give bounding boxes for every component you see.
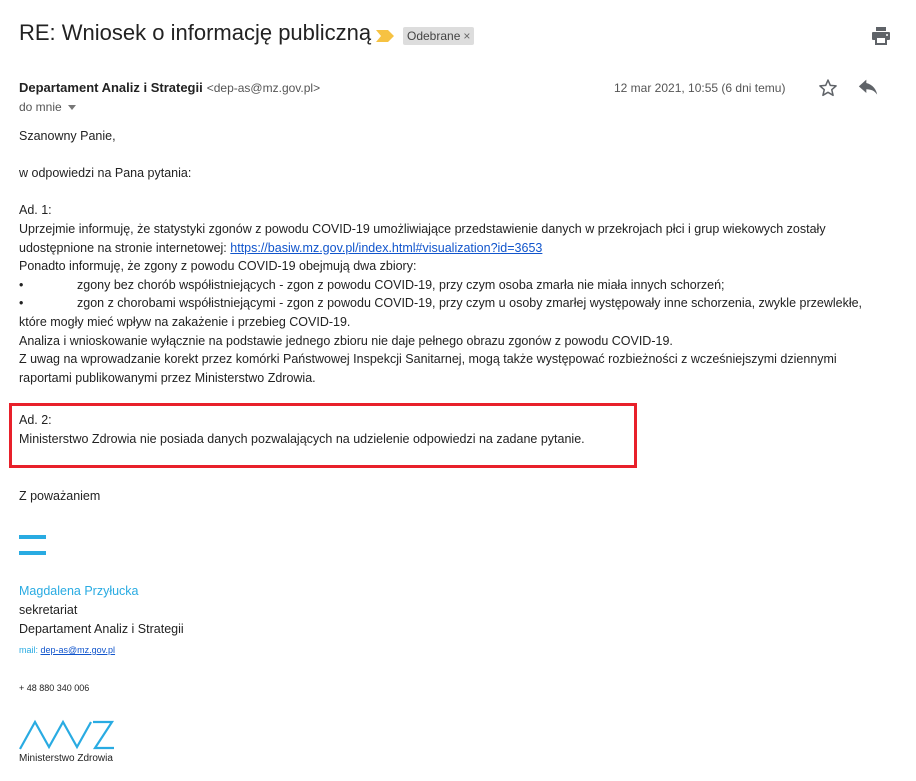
note-line: raportami publikowanymi przez Ministerst… bbox=[19, 370, 316, 385]
signature-email-link[interactable]: dep-as@mz.gov.pl bbox=[41, 645, 116, 655]
mz-logo-icon bbox=[19, 719, 115, 750]
signature-mail: mail: dep-as@mz.gov.pl bbox=[19, 645, 115, 655]
bullet-text: zgony bez chorób współistniejących - zgo… bbox=[77, 277, 725, 292]
closing-regards: Z poważaniem bbox=[19, 489, 101, 503]
visualization-link[interactable]: https://basiw.mz.gov.pl/index.html#visua… bbox=[230, 241, 542, 255]
bullet-item: • zgony bez chorób współistniejących - zg… bbox=[19, 276, 909, 295]
remove-label-button[interactable]: × bbox=[463, 29, 470, 43]
label-chip-text: Odebrane bbox=[407, 29, 461, 43]
mz-logo-text: Ministerstwo Zdrowia bbox=[19, 753, 113, 764]
recipient-label: do mnie bbox=[19, 100, 62, 114]
print-icon[interactable] bbox=[871, 27, 891, 45]
email-subject: RE: Wniosek o informację publiczną bbox=[19, 20, 372, 45]
ad2-text: Ministerstwo Zdrowia nie posiada danych … bbox=[19, 431, 585, 446]
label-chip-inbox[interactable]: Odebrane × bbox=[403, 27, 475, 45]
bullet-marker: • bbox=[19, 296, 24, 311]
intro-line: w odpowiedzi na Pana pytania: bbox=[19, 166, 192, 181]
sender-name[interactable]: Departament Analiz i Strategii bbox=[19, 80, 203, 95]
ad1-line-with-link: udostępnione na stronie internetowej: ht… bbox=[19, 239, 909, 258]
message-date: 12 mar 2021, 10:55 (6 dni temu) bbox=[614, 81, 786, 95]
signature-divider bbox=[19, 551, 46, 555]
importance-marker-icon[interactable] bbox=[376, 30, 394, 42]
signature-department: Departament Analiz i Strategii bbox=[19, 622, 184, 636]
ad1-line: Uprzejmie informuję, że statystyki zgonó… bbox=[19, 221, 826, 236]
sender-info: Departament Analiz i Strategii <dep-as@mz… bbox=[19, 80, 320, 95]
bullet-text: zgon z chorobami współistniejącymi - zgo… bbox=[77, 296, 863, 311]
signature-phone: + 48 880 340 006 bbox=[19, 683, 90, 693]
ad2-section: Ad. 2: Ministerstwo Zdrowia nie posiada … bbox=[19, 411, 585, 448]
signature-role: sekretariat bbox=[19, 603, 78, 617]
reply-icon[interactable] bbox=[858, 79, 878, 97]
bullet-marker: • bbox=[19, 277, 24, 292]
star-icon[interactable] bbox=[818, 78, 838, 98]
note-line: Z uwag na wprowadzanie korekt przez komó… bbox=[19, 352, 837, 367]
signature-divider bbox=[19, 535, 46, 539]
bullet-item: • zgon z chorobami współistniejącymi - zg… bbox=[19, 294, 909, 313]
ad1-title: Ad. 1: bbox=[19, 203, 52, 218]
signature-name: Magdalena Przyłucka bbox=[19, 584, 139, 598]
bullet-continuation: które mogły mieć wpływ na zakażenie i pr… bbox=[19, 314, 351, 329]
message-body: Szanowny Panie, w odpowiedzi na Pana pyt… bbox=[19, 127, 909, 387]
analysis-line: Analiza i wnioskowanie wyłącznie na pods… bbox=[19, 333, 673, 348]
ad2-title: Ad. 2: bbox=[19, 413, 52, 427]
mail-label: mail: bbox=[19, 645, 41, 655]
greeting: Szanowny Panie, bbox=[19, 129, 116, 143]
ad1-line: Ponadto informuję, że zgony z powodu COV… bbox=[19, 259, 417, 274]
sender-email: <dep-as@mz.gov.pl> bbox=[206, 81, 321, 95]
ad1-line: udostępnione na stronie internetowej: bbox=[19, 240, 231, 255]
chevron-down-icon bbox=[67, 105, 76, 111]
recipient-details-toggle[interactable]: do mnie bbox=[19, 100, 76, 114]
